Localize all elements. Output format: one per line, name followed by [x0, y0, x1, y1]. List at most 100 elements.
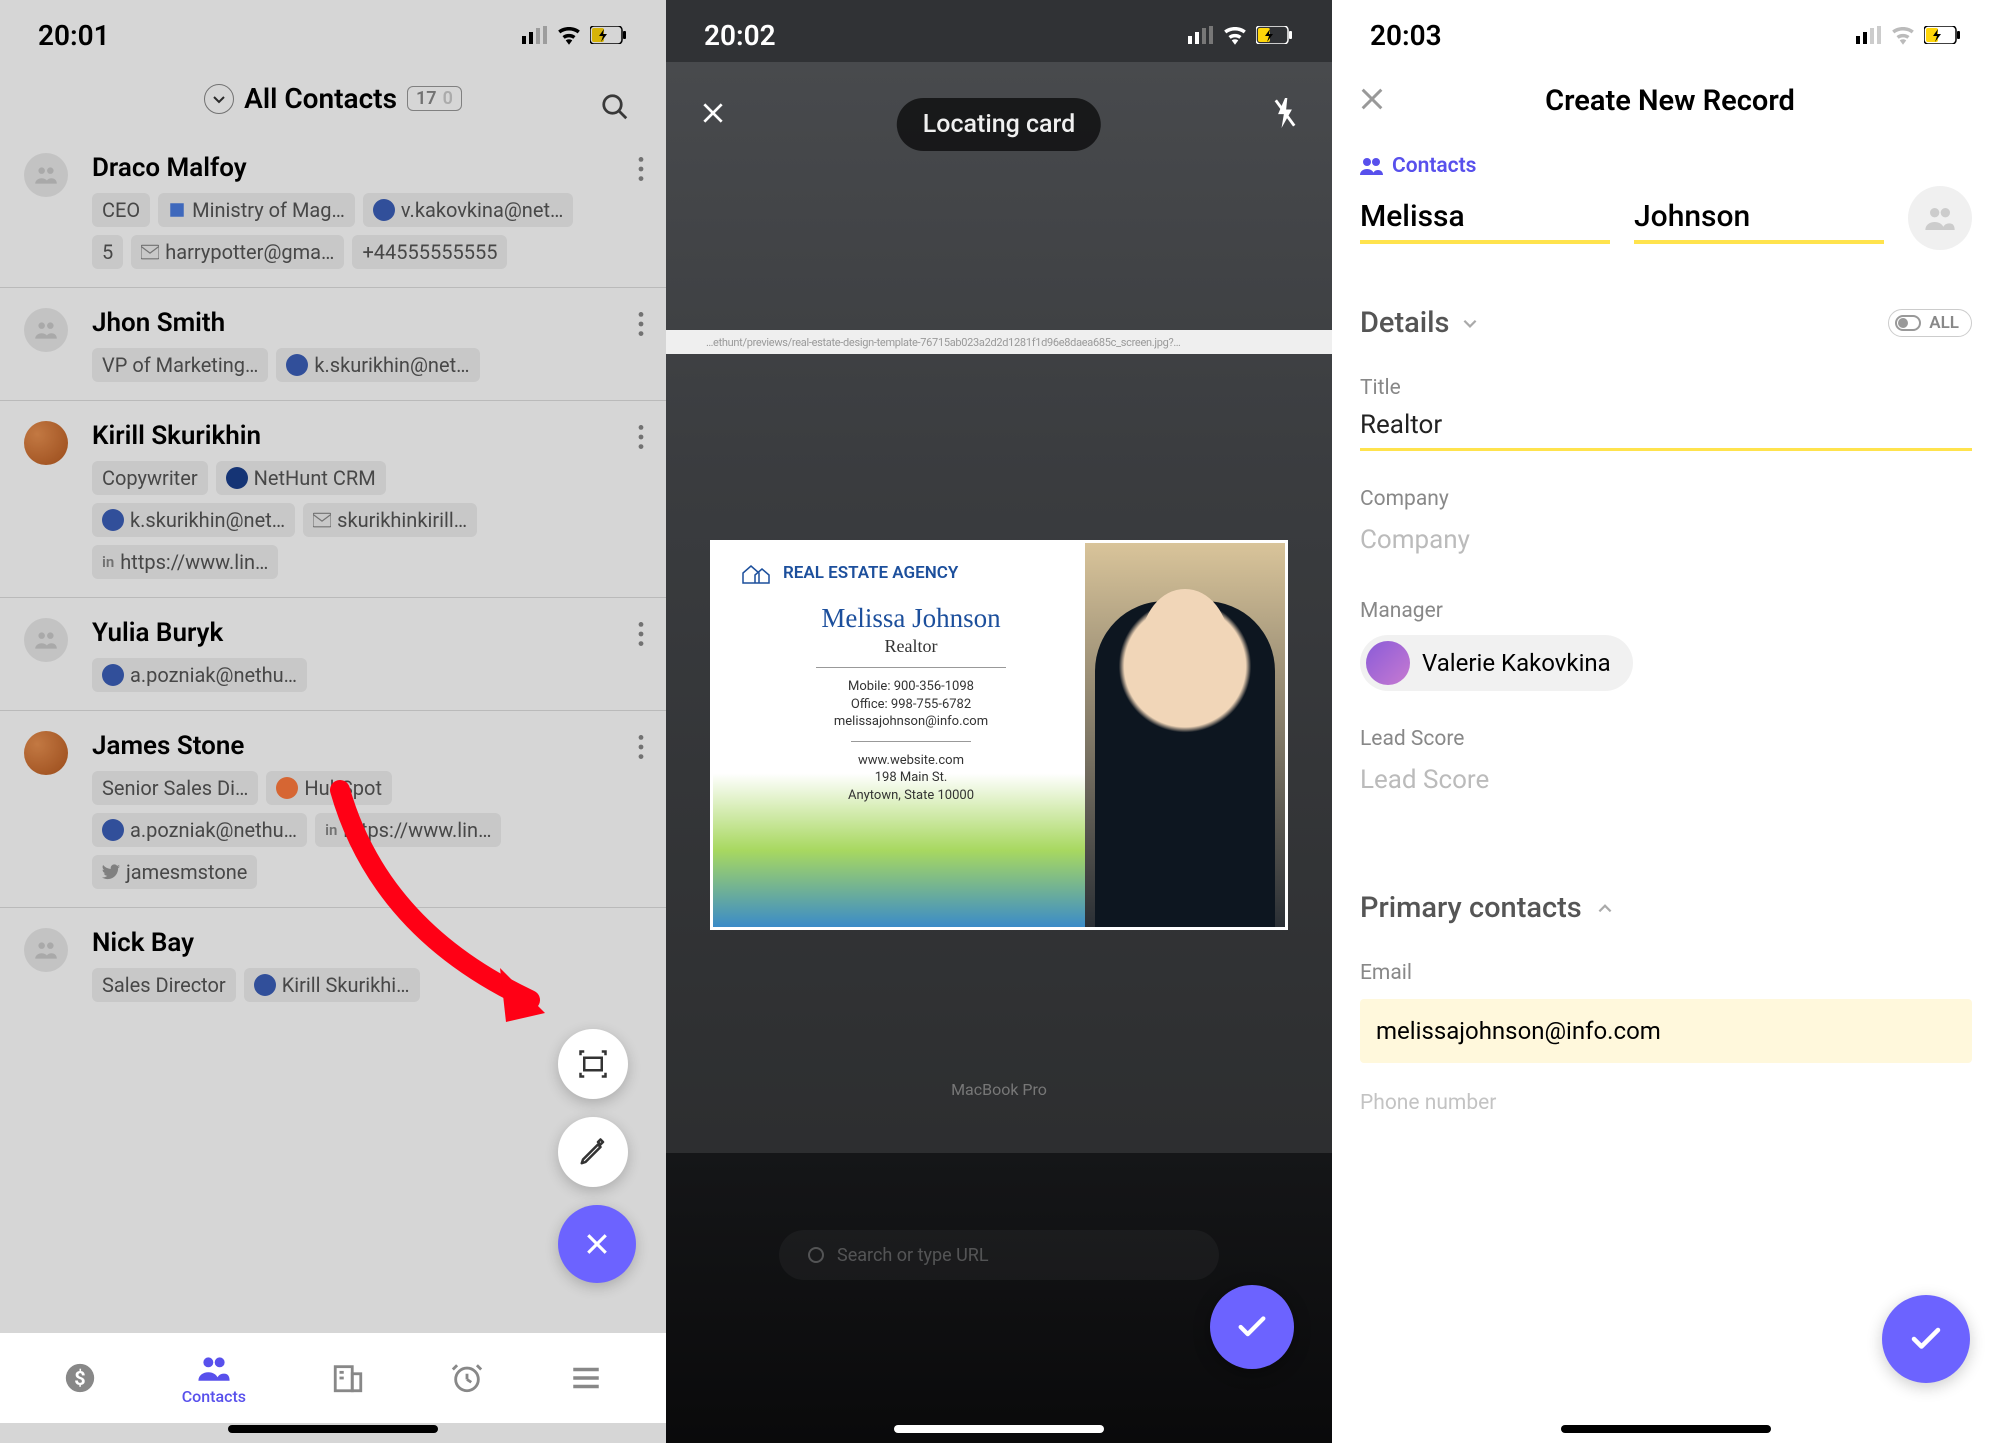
leadscore-field[interactable]: Lead Score	[1360, 751, 1972, 803]
owner-chip: k.skurikhin@net…	[276, 348, 479, 382]
nav-companies[interactable]	[331, 1361, 365, 1395]
leadscore-label: Lead Score	[1360, 727, 1972, 751]
card-role: Realtor	[737, 636, 1085, 657]
row-actions-button[interactable]	[634, 731, 648, 889]
owner-chip: a.pozniak@nethu…	[92, 813, 307, 847]
nav-menu[interactable]	[569, 1361, 603, 1395]
title-field[interactable]: Realtor	[1360, 400, 1972, 451]
contact-row[interactable]: Kirill Skurikhin Copywriter NetHunt CRM …	[0, 401, 666, 598]
twitter-chip: jamesmstone	[92, 855, 257, 889]
people-icon	[1360, 157, 1384, 175]
folder-title: All Contacts	[244, 82, 397, 115]
email-field[interactable]: melissajohnson@info.com	[1360, 999, 1972, 1063]
contact-name: Draco Malfoy	[92, 153, 634, 183]
flash-button[interactable]	[1262, 80, 1308, 150]
email-label: Email	[1360, 961, 1972, 985]
linkedin-icon: in	[102, 553, 114, 571]
people-icon	[33, 937, 59, 963]
home-indicator	[228, 1425, 438, 1433]
scanner-status-banner: Locating card	[897, 98, 1101, 151]
contact-name: Kirill Skurikhin	[92, 421, 634, 451]
google-icon	[807, 1246, 825, 1264]
avatar-icon	[102, 509, 124, 531]
email-chip: skurikhinkirill…	[303, 503, 477, 537]
primary-contacts-header[interactable]: Primary contacts	[1360, 891, 1972, 925]
people-icon	[33, 162, 59, 188]
dots-icon	[638, 735, 644, 759]
compose-button[interactable]	[558, 1117, 628, 1187]
all-fields-toggle[interactable]: ALL	[1888, 309, 1972, 337]
chevron-down-icon	[204, 84, 234, 114]
nav-contacts[interactable]: Contacts	[182, 1351, 246, 1406]
row-actions-button[interactable]	[634, 618, 648, 692]
folder-selector[interactable]: All Contacts 170	[204, 82, 462, 115]
close-fab-button[interactable]	[558, 1205, 636, 1283]
manager-name: Valerie Kakovkina	[1422, 649, 1611, 677]
close-icon	[700, 100, 726, 126]
macbook-label: MacBook Pro	[951, 1080, 1047, 1099]
title-chip: VP of Marketing…	[92, 348, 268, 382]
nav-label: Contacts	[182, 1387, 246, 1406]
scanner-screen: 20:02 Locating card …ethunt/previews/rea…	[666, 0, 1332, 1443]
row-actions-button[interactable]	[634, 153, 648, 269]
dots-icon	[638, 425, 644, 449]
save-record-button[interactable]	[1882, 1295, 1970, 1383]
people-icon	[33, 627, 59, 653]
home-indicator	[894, 1425, 1104, 1433]
home-indicator	[1561, 1425, 1771, 1433]
row-actions-button[interactable]	[634, 421, 648, 579]
page-title: Create New Record	[1366, 84, 1974, 118]
card-name: Melissa Johnson	[737, 603, 1085, 634]
title-chip: Sales Director	[92, 968, 236, 1002]
chevron-down-icon	[1461, 314, 1479, 332]
details-section-header[interactable]: Details ALL	[1360, 306, 1972, 340]
avatar-icon	[1366, 641, 1410, 685]
company-label: Company	[1360, 487, 1972, 511]
nav-deals[interactable]: $	[63, 1361, 97, 1395]
company-field[interactable]: Company	[1360, 511, 1972, 563]
dollar-icon: $	[63, 1361, 97, 1395]
browser-url-strip: …ethunt/previews/real-estate-design-temp…	[666, 330, 1332, 354]
contact-row[interactable]: Draco Malfoy CEO Ministry of Mag… v.kako…	[0, 133, 666, 288]
avatar-icon	[254, 974, 276, 996]
record-count-badge: 170	[407, 86, 462, 111]
mail-icon	[313, 511, 331, 529]
count-chip: 5	[92, 235, 123, 269]
manager-chip[interactable]: Valerie Kakovkina	[1360, 635, 1633, 691]
folder-link[interactable]: Contacts	[1360, 154, 1972, 178]
create-record-screen: 20:03 Create New Record Contacts Melissa…	[1332, 0, 2000, 1443]
contact-row[interactable]: Jhon Smith VP of Marketing… k.skurikhin@…	[0, 288, 666, 401]
search-button[interactable]	[600, 92, 630, 126]
form-header: Create New Record	[1332, 70, 2000, 142]
fab-menu	[558, 1029, 636, 1283]
menu-icon	[569, 1361, 603, 1395]
contacts-screen: 20:01 All Contacts 170 Draco Malfoy CEO …	[0, 0, 666, 1443]
avatar-icon	[286, 354, 308, 376]
last-name-field[interactable]: Johnson	[1634, 193, 1884, 244]
row-actions-button[interactable]	[634, 308, 648, 382]
title-label: Title	[1360, 376, 1972, 400]
confirm-capture-button[interactable]	[1210, 1285, 1294, 1369]
dots-icon	[638, 312, 644, 336]
avatar-placeholder	[24, 928, 68, 972]
people-icon	[197, 1351, 231, 1385]
nav-tasks[interactable]	[450, 1361, 484, 1395]
owner-chip: k.skurikhin@net…	[92, 503, 295, 537]
browser-search-bar: Search or type URL	[779, 1230, 1219, 1280]
avatar-icon	[373, 199, 395, 221]
phone-chip: +44555555555	[352, 235, 507, 269]
title-chip: Senior Sales Di…	[92, 771, 258, 805]
close-button[interactable]	[690, 82, 736, 148]
avatar-icon	[102, 664, 124, 686]
check-icon	[1235, 1310, 1269, 1344]
detected-card-frame: REAL ESTATE AGENCY Melissa Johnson Realt…	[710, 540, 1288, 930]
avatar-photo	[24, 731, 68, 775]
avatar-upload[interactable]	[1908, 186, 1972, 250]
contact-row[interactable]: Yulia Buryk a.pozniak@nethu…	[0, 598, 666, 711]
title-chip: CEO	[92, 193, 150, 227]
list-header: All Contacts 170	[0, 0, 666, 133]
first-name-field[interactable]: Melissa	[1360, 193, 1610, 244]
mail-icon	[141, 243, 159, 261]
company-chip: NetHunt CRM	[216, 461, 386, 495]
flash-off-icon	[1272, 98, 1298, 128]
